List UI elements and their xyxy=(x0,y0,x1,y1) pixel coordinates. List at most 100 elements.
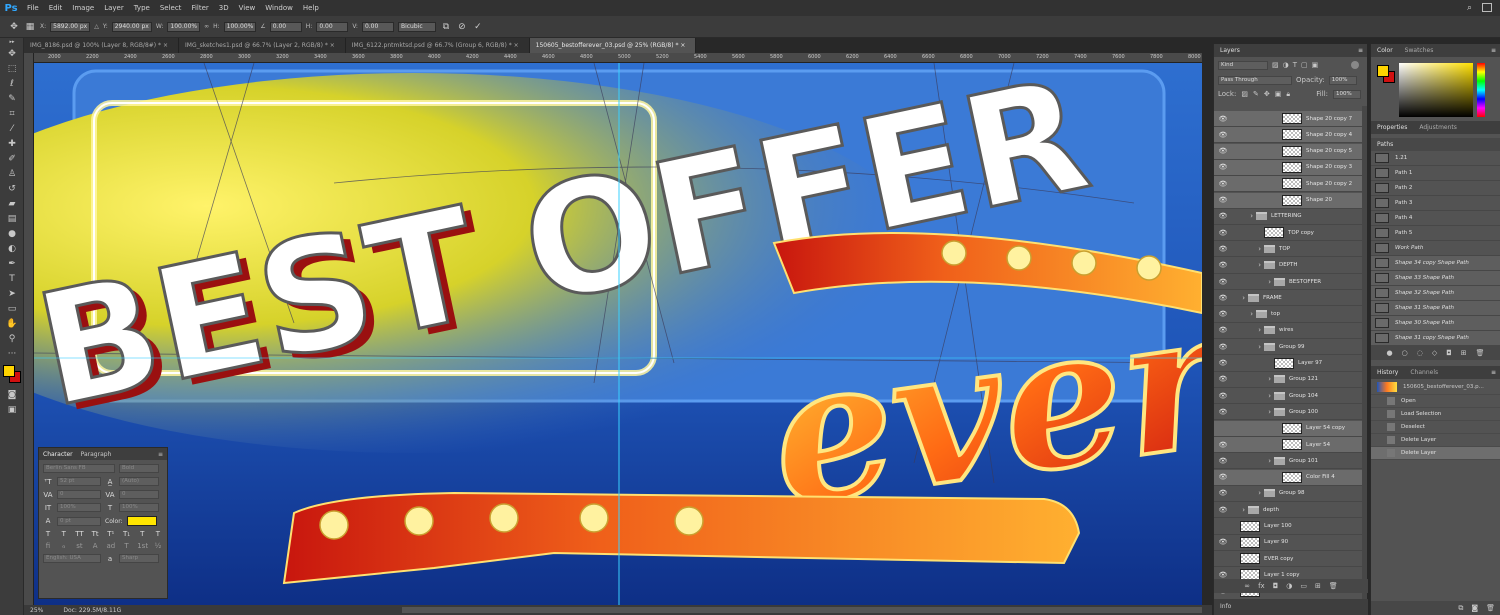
vskew-input[interactable]: 0.00 xyxy=(361,21,394,32)
menu-edit[interactable]: Edit xyxy=(44,4,68,12)
hand-tool-icon[interactable]: ✋ xyxy=(0,316,24,331)
filter-shape-icon[interactable]: ▢ xyxy=(1301,61,1308,69)
tab-character[interactable]: Character xyxy=(43,451,73,458)
layer-row[interactable]: 👁︎ Layer 90 xyxy=(1214,535,1363,551)
fx-icon[interactable]: fx xyxy=(1258,582,1265,590)
screen-mode-icon[interactable]: ▣ xyxy=(0,402,24,417)
color-picker[interactable] xyxy=(1371,57,1500,121)
zoom-tool-icon[interactable]: ⚲ xyxy=(0,331,24,346)
type-tool-icon[interactable]: T xyxy=(0,271,24,286)
filter-toggle[interactable] xyxy=(1351,61,1359,69)
faux-style-button[interactable]: T xyxy=(137,530,147,538)
font-style-select[interactable]: Bold xyxy=(119,464,159,473)
history-menu-icon[interactable]: ≡ xyxy=(1491,369,1496,376)
layer-row[interactable]: 👁︎ › Group 121 xyxy=(1214,372,1363,388)
visibility-eye-icon[interactable]: 👁︎ xyxy=(1218,180,1228,188)
faux-style-button[interactable]: T¹ xyxy=(106,530,116,538)
add-mask-icon[interactable]: ◘ xyxy=(1273,582,1279,590)
layer-row[interactable]: Layer 54 copy xyxy=(1214,420,1363,437)
snapshot-camera-icon[interactable]: ◙ xyxy=(1471,604,1478,612)
path-row[interactable]: Path 5 xyxy=(1371,226,1500,241)
menu-image[interactable]: Image xyxy=(67,4,99,12)
x-input[interactable]: 5892.00 px xyxy=(50,21,91,32)
visibility-eye-icon[interactable]: 👁︎ xyxy=(1218,278,1228,286)
opentype-button[interactable]: 1st xyxy=(137,542,148,550)
layer-row[interactable]: 👁︎ › BESTOFFER xyxy=(1214,274,1363,290)
antialias-select[interactable]: Sharp xyxy=(119,554,159,563)
hskew-input[interactable]: 0.00 xyxy=(316,21,349,32)
tab-color[interactable]: Color xyxy=(1377,47,1393,54)
saturation-field[interactable] xyxy=(1399,63,1473,117)
visibility-eye-icon[interactable]: 👁︎ xyxy=(1218,212,1228,220)
new-group-icon[interactable]: ▭ xyxy=(1300,582,1307,590)
visibility-eye-icon[interactable]: 👁︎ xyxy=(1218,359,1228,367)
faux-style-button[interactable]: T xyxy=(153,530,163,538)
shape-tool-icon[interactable]: ▭ xyxy=(0,301,24,316)
visibility-eye-icon[interactable]: 👁︎ xyxy=(1218,408,1228,416)
filter-adjust-icon[interactable]: ◑ xyxy=(1283,61,1289,69)
opacity-input[interactable]: 100% xyxy=(1328,75,1357,85)
visibility-eye-icon[interactable]: 👁︎ xyxy=(1218,163,1228,171)
healing-tool-icon[interactable]: ✚ xyxy=(0,136,24,151)
menu-window[interactable]: Window xyxy=(260,4,298,12)
layer-row[interactable]: 👁︎ Shape 20 copy 5 xyxy=(1214,143,1363,160)
layer-row[interactable]: 👁︎ TOP copy xyxy=(1214,225,1363,242)
move-tool-icon[interactable]: ✥ xyxy=(0,46,24,61)
visibility-eye-icon[interactable]: 👁︎ xyxy=(1218,310,1228,318)
faux-style-button[interactable]: T₁ xyxy=(122,530,132,538)
opentype-button[interactable]: T xyxy=(122,542,132,550)
reference-point-icon[interactable]: ▦ xyxy=(24,21,36,33)
vertical-scale-input[interactable]: 100% xyxy=(57,503,101,512)
angle-input[interactable]: 0.00 xyxy=(269,21,302,32)
visibility-eye-icon[interactable]: 👁︎ xyxy=(1218,261,1228,269)
marquee-tool-icon[interactable]: ⬚ xyxy=(0,61,24,76)
delete-path-icon[interactable]: 🗑︎ xyxy=(1476,349,1485,357)
font-family-select[interactable]: Berlin Sans FB xyxy=(43,464,115,473)
cancel-transform-icon[interactable]: ⊘ xyxy=(456,21,468,33)
visibility-eye-icon[interactable]: 👁︎ xyxy=(1218,294,1228,302)
tab-info[interactable]: Info xyxy=(1220,603,1231,610)
layer-row[interactable]: 👁︎ › Group 101 xyxy=(1214,453,1363,470)
layer-row[interactable]: 👁︎ Shape 20 copy 2 xyxy=(1214,176,1363,193)
opentype-button[interactable]: ½ xyxy=(153,542,163,550)
layer-row[interactable]: 👁︎ Shape 20 copy 4 xyxy=(1214,127,1363,144)
make-path-icon[interactable]: ◇ xyxy=(1432,349,1437,357)
text-color-swatch[interactable] xyxy=(126,516,157,526)
menu-type[interactable]: Type xyxy=(129,4,155,12)
path-row[interactable]: Shape 31 Shape Path xyxy=(1371,301,1500,316)
layer-row[interactable]: EVER copy xyxy=(1214,551,1363,568)
path-row[interactable]: Shape 32 Shape Path xyxy=(1371,286,1500,301)
history-state[interactable]: Load Selection xyxy=(1371,408,1500,421)
path-row[interactable]: Shape 34 copy Shape Path xyxy=(1371,256,1500,271)
close-tab-icon[interactable]: × xyxy=(161,42,168,49)
layer-row[interactable]: 👁︎ › Group 100 xyxy=(1214,404,1363,421)
filter-type-icon[interactable]: T xyxy=(1293,61,1297,69)
eraser-tool-icon[interactable]: ▰ xyxy=(0,196,24,211)
workspace-icon[interactable] xyxy=(1482,3,1492,12)
font-size-input[interactable]: 52 pt xyxy=(57,477,101,486)
hue-slider[interactable] xyxy=(1477,63,1485,117)
tab-properties[interactable]: Properties xyxy=(1377,124,1407,131)
layer-filter-select[interactable]: Kind xyxy=(1218,60,1268,70)
delete-state-icon[interactable]: 🗑︎ xyxy=(1486,604,1495,612)
menu-file[interactable]: File xyxy=(22,4,44,12)
dodge-tool-icon[interactable]: ◐ xyxy=(0,241,24,256)
search-icon[interactable]: ⌕ xyxy=(1467,3,1472,13)
faux-style-button[interactable]: TT xyxy=(74,530,84,538)
path-row[interactable]: Shape 31 copy Shape Path xyxy=(1371,331,1500,346)
tab-history[interactable]: History xyxy=(1377,369,1398,376)
lasso-tool-icon[interactable]: ℓ xyxy=(0,76,24,91)
path-row[interactable]: Work Path xyxy=(1371,241,1500,256)
delete-layer-icon[interactable]: 🗑︎ xyxy=(1329,582,1338,590)
faux-style-button[interactable]: T xyxy=(43,530,53,538)
layer-row[interactable]: 👁︎ › Group 98 xyxy=(1214,486,1363,502)
path-select-tool-icon[interactable]: ➤ xyxy=(0,286,24,301)
kerning-input[interactable]: 0 xyxy=(57,490,101,499)
layer-row[interactable]: 👁︎ › DEPTH xyxy=(1214,258,1363,274)
opentype-button[interactable]: fi xyxy=(43,542,53,550)
zoom-level[interactable]: 25% xyxy=(30,607,43,614)
y-input[interactable]: 2940.00 px xyxy=(111,21,152,32)
new-layer-icon[interactable]: ⊞ xyxy=(1315,582,1321,590)
baseline-shift-input[interactable]: 0 pt xyxy=(57,516,101,526)
layer-row[interactable]: 👁︎ Layer 97 xyxy=(1214,356,1363,372)
